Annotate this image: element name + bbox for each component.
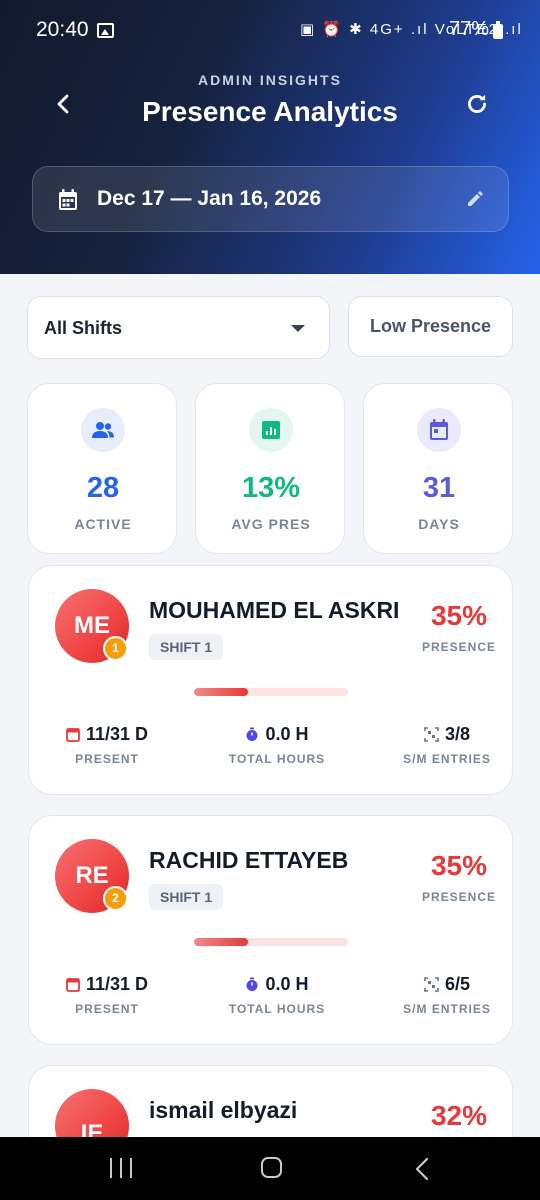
stat-icon-bg (81, 408, 125, 452)
status-time: 20:40 (36, 18, 89, 41)
home-button[interactable] (261, 1157, 282, 1178)
presence-progress-bar (194, 938, 348, 946)
rank-badge: 2 (103, 886, 128, 911)
metric-present: 11/31 D PRESENT (29, 974, 187, 1016)
metric-hours-label: TOTAL HOURS (228, 752, 326, 766)
stat-icon-bg (249, 408, 293, 452)
shift-filter-select[interactable]: All Shifts (27, 296, 330, 359)
metric-entries-label: S/M ENTRIES (403, 1002, 491, 1016)
stat-label: ACTIVE (74, 516, 132, 532)
caret-down-icon (291, 325, 305, 332)
date-range-picker[interactable]: Dec 17 — Jan 16, 2026 (32, 166, 509, 232)
stopwatch-icon (246, 727, 258, 741)
employee-card[interactable]: RE 2 RACHID ETTAYEB SHIFT 1 35% PRESENCE… (28, 815, 513, 1045)
metric-present-value: 11/31 D (85, 974, 149, 994)
recents-button[interactable] (110, 1158, 132, 1178)
presence-percent: 35% (430, 850, 488, 881)
presence-label: PRESENCE (421, 640, 497, 654)
employee-card[interactable]: ME 1 MOUHAMED EL ASKRI SHIFT 1 35% PRESE… (28, 565, 513, 795)
header: 20:40 ▣ ⏰ ✱ 4G+ .ıl VoLTE2 .ıl 77% ADMIN… (0, 0, 540, 274)
presence-percent: 32% (430, 1100, 488, 1131)
metric-hours: 0.0 H TOTAL HOURS (197, 724, 357, 766)
refresh-button[interactable] (457, 84, 497, 124)
stat-value: 28 (86, 472, 120, 504)
stopwatch-icon (246, 977, 258, 991)
calendar-icon (66, 978, 80, 992)
qr-scan-icon (424, 977, 439, 992)
avatar: IE (55, 1089, 129, 1137)
presence-label: PRESENCE (421, 890, 497, 904)
stat-icon-bg (417, 408, 461, 452)
employee-name: MOUHAMED EL ASKRI (149, 597, 400, 623)
calendar-icon (66, 728, 80, 742)
nav-back-button[interactable] (414, 1157, 430, 1181)
employee-card[interactable]: IE ismail elbyazi 32% (28, 1065, 513, 1137)
employee-name: RACHID ETTAYEB (149, 847, 349, 873)
edit-pencil-icon[interactable] (465, 189, 485, 209)
metric-present: 11/31 D PRESENT (29, 724, 187, 766)
metric-present-label: PRESENT (75, 1002, 139, 1016)
stat-card-avg-presence: 13% AVG PRES (195, 383, 345, 554)
presence-progress-fill (194, 688, 248, 696)
system-nav-bar (0, 1137, 540, 1200)
analytics-icon (262, 421, 280, 439)
shift-tag: SHIFT 1 (149, 634, 224, 660)
presence-progress-bar (194, 688, 348, 696)
metric-entries: 6/5 S/M ENTRIES (367, 974, 512, 1016)
shift-tag: SHIFT 1 (149, 884, 224, 910)
qr-scan-icon (424, 727, 439, 742)
shift-filter-value: All Shifts (44, 318, 123, 338)
battery-icon (493, 21, 503, 39)
metric-entries-value: 3/8 (444, 724, 471, 744)
metric-entries-label: S/M ENTRIES (403, 752, 491, 766)
metric-hours: 0.0 H TOTAL HOURS (197, 974, 357, 1016)
refresh-icon (468, 94, 486, 113)
rank-badge: 1 (103, 636, 128, 661)
metric-entries-value: 6/5 (444, 974, 471, 994)
calendar-icon (430, 419, 448, 440)
gallery-notification-icon (97, 23, 114, 38)
users-icon (92, 422, 114, 438)
stat-card-days: 31 DAYS (363, 383, 513, 554)
stat-card-active: 28 ACTIVE (27, 383, 177, 554)
status-icons: ▣ ⏰ ✱ 4G+ .ıl VoLTE2 .ıl (300, 21, 523, 38)
presence-percent: 35% (430, 600, 488, 631)
metric-entries: 3/8 S/M ENTRIES (367, 724, 512, 766)
employee-name: ismail elbyazi (149, 1097, 298, 1123)
metric-hours-value: 0.0 H (265, 724, 309, 744)
status-bar: 20:40 ▣ ⏰ ✱ 4G+ .ıl VoLTE2 .ıl 77% (0, 0, 540, 62)
metric-hours-label: TOTAL HOURS (228, 1002, 326, 1016)
stat-label: AVG PRES (231, 516, 311, 532)
stat-label: DAYS (418, 516, 460, 532)
battery-percent: 77% (449, 18, 490, 40)
metric-hours-value: 0.0 H (265, 974, 309, 994)
presence-progress-fill (194, 938, 248, 946)
metric-present-label: PRESENT (75, 752, 139, 766)
low-presence-button[interactable]: Low Presence (348, 296, 513, 357)
date-range-text: Dec 17 — Jan 16, 2026 (97, 187, 322, 210)
stat-value: 13% (241, 472, 301, 504)
calendar-icon (59, 189, 77, 210)
metric-present-value: 11/31 D (85, 724, 149, 744)
stat-value: 31 (422, 472, 456, 504)
